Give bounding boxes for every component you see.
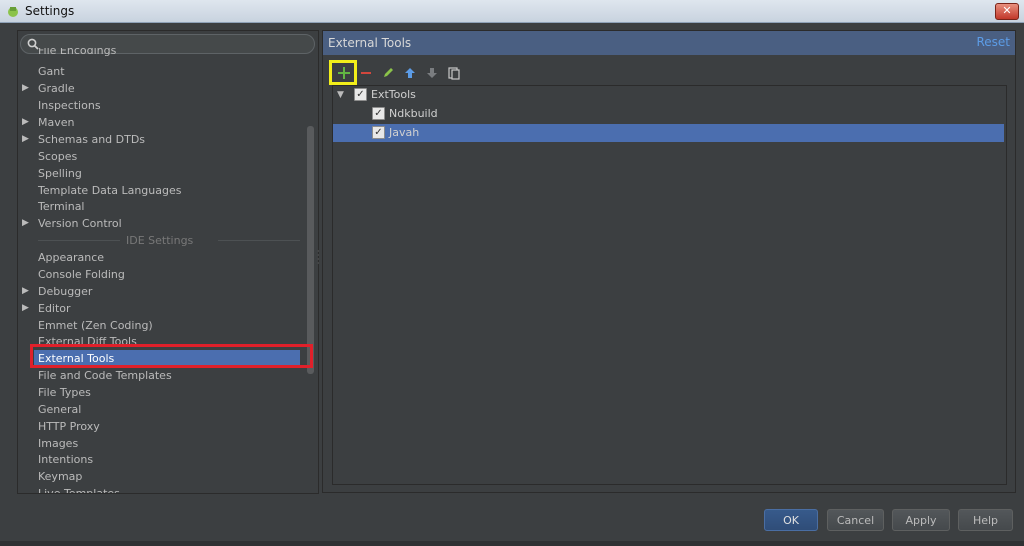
sidebar-item-live-templates[interactable]: Live Templates — [18, 485, 302, 493]
sidebar-item-gradle[interactable]: ▶ Gradle — [18, 80, 302, 97]
settings-tree: File Encodings Gant ▶ Gradle Inspections… — [18, 48, 318, 493]
sidebar-item-file-encodings[interactable]: File Encodings — [18, 48, 302, 59]
expand-arrow-icon[interactable]: ▶ — [22, 300, 32, 317]
tool-row-javah[interactable]: ✓ Javah — [333, 124, 1004, 142]
help-button[interactable]: Help — [958, 509, 1013, 531]
window-title-bar: Settings ✕ — [0, 0, 1024, 23]
sidebar-item-schemas-and-dtds[interactable]: ▶ Schemas and DTDs — [18, 131, 302, 148]
edit-tool-button[interactable] — [379, 64, 397, 82]
minus-icon — [361, 72, 371, 74]
sidebar-item-spelling[interactable]: Spelling — [18, 165, 302, 182]
remove-tool-button[interactable] — [357, 64, 375, 82]
sidebar-item-external-diff-tools[interactable]: External Diff Tools — [18, 333, 302, 350]
tool-group-row[interactable]: ▼ ✓ ExtTools — [333, 86, 1004, 104]
expand-arrow-icon[interactable]: ▶ — [22, 283, 32, 300]
cancel-button[interactable]: Cancel — [827, 509, 884, 531]
window-bottom-border — [0, 541, 1024, 546]
window-title: Settings — [25, 4, 75, 18]
sidebar-item-http-proxy[interactable]: HTTP Proxy — [18, 418, 302, 435]
panel-header: External Tools Reset — [322, 30, 1016, 56]
reset-link[interactable]: Reset — [976, 35, 1010, 49]
pencil-icon — [384, 68, 393, 77]
sidebar-item-intentions[interactable]: Intentions — [18, 451, 302, 468]
android-studio-app-icon — [8, 7, 18, 17]
tool-row-ndkbuild[interactable]: ✓ Ndkbuild — [333, 105, 1004, 123]
copy-tool-button[interactable] — [445, 64, 463, 82]
panel-title: External Tools — [328, 36, 412, 50]
apply-button[interactable]: Apply — [892, 509, 950, 531]
expand-arrow-icon[interactable]: ▶ — [22, 215, 32, 232]
sidebar-item-images[interactable]: Images — [18, 435, 302, 452]
expand-arrow-icon[interactable]: ▶ — [22, 80, 32, 97]
sidebar-item-inspections[interactable]: Inspections — [18, 97, 302, 114]
ide-settings-section-header: IDE Settings — [18, 232, 302, 249]
expand-arrow-icon[interactable]: ▶ — [22, 131, 32, 148]
plus-icon — [338, 67, 350, 79]
tool-checkbox[interactable]: ✓ — [372, 107, 385, 120]
sidebar-item-file-types[interactable]: File Types — [18, 384, 302, 401]
arrow-down-icon — [427, 68, 437, 78]
sidebar-item-terminal[interactable]: Terminal — [18, 198, 302, 215]
window-close-button[interactable]: ✕ — [995, 3, 1019, 20]
ok-button[interactable]: OK — [764, 509, 818, 531]
move-down-button[interactable] — [423, 64, 441, 82]
copy-icon — [448, 67, 460, 80]
sidebar-item-external-tools[interactable]: External Tools — [34, 350, 300, 367]
add-tool-button[interactable] — [335, 64, 353, 82]
sidebar-item-file-and-code-templates[interactable]: File and Code Templates — [18, 367, 302, 384]
sidebar-item-debugger[interactable]: ▶ Debugger — [18, 283, 302, 300]
splitter-handle[interactable]: · · · · — [317, 248, 321, 268]
tool-checkbox[interactable]: ✓ — [372, 126, 385, 139]
external-tools-toolbar — [330, 62, 1010, 86]
sidebar-item-maven[interactable]: ▶ Maven — [18, 114, 302, 131]
sidebar-item-version-control[interactable]: ▶ Version Control — [18, 215, 302, 232]
group-checkbox[interactable]: ✓ — [354, 88, 367, 101]
move-up-button[interactable] — [401, 64, 419, 82]
sidebar-item-keymap[interactable]: Keymap — [18, 468, 302, 485]
divider — [38, 240, 120, 241]
sidebar-item-editor[interactable]: ▶ Editor — [18, 300, 302, 317]
collapse-arrow-icon[interactable]: ▼ — [337, 86, 344, 104]
sidebar-item-console-folding[interactable]: Console Folding — [18, 266, 302, 283]
divider — [218, 240, 300, 241]
sidebar-item-emmet[interactable]: Emmet (Zen Coding) — [18, 317, 302, 334]
sidebar-item-gant[interactable]: Gant — [18, 63, 302, 80]
sidebar-item-scopes[interactable]: Scopes — [18, 148, 302, 165]
sidebar-scrollbar[interactable] — [307, 56, 315, 491]
settings-sidebar: File Encodings Gant ▶ Gradle Inspections… — [17, 30, 319, 494]
sidebar-item-appearance[interactable]: Appearance — [18, 249, 302, 266]
sidebar-item-general[interactable]: General — [18, 401, 302, 418]
arrow-up-icon — [405, 68, 415, 78]
sidebar-scrollbar-thumb[interactable] — [307, 126, 314, 374]
external-tools-tree: ▼ ✓ ExtTools ✓ Ndkbuild ✓ Javah — [332, 85, 1007, 485]
sidebar-item-template-data-languages[interactable]: Template Data Languages — [18, 182, 302, 199]
expand-arrow-icon[interactable]: ▶ — [22, 114, 32, 131]
